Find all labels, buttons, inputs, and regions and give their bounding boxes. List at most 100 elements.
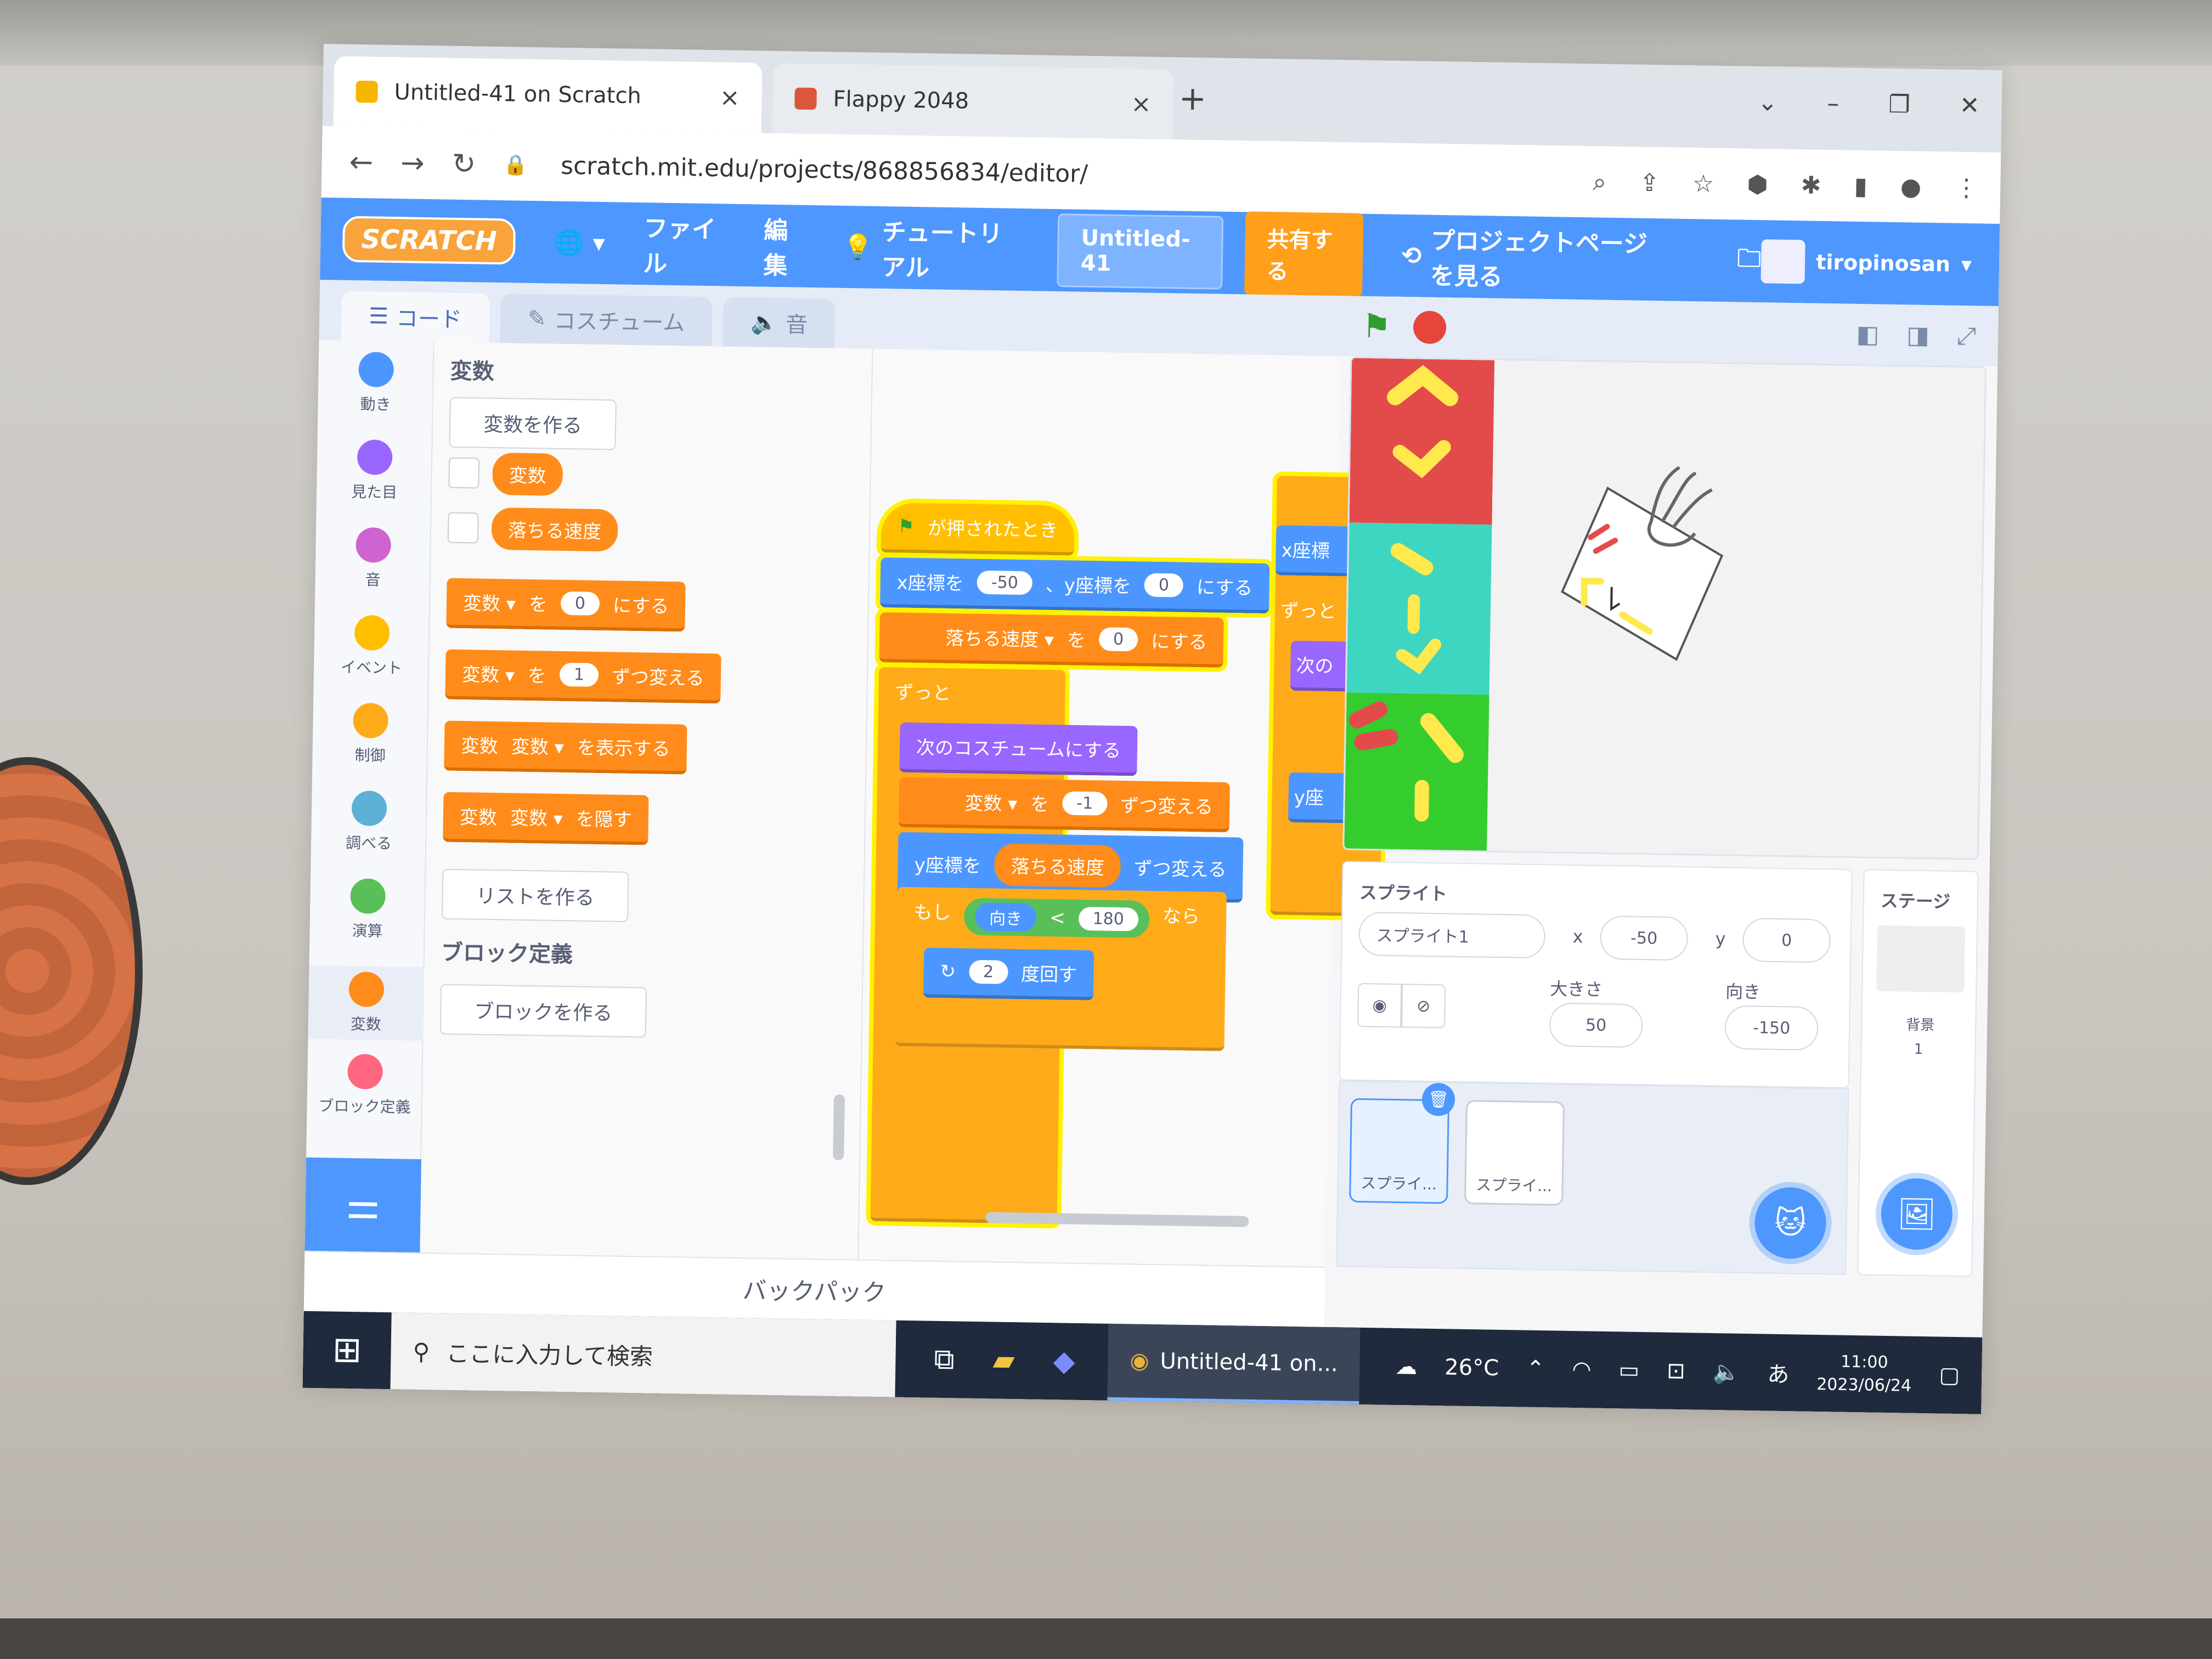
stage-target-pane[interactable]: ステージ 背景 1 🖼: [1857, 869, 1979, 1277]
make-variable-button[interactable]: 変数を作る: [449, 397, 617, 450]
new-tab-button[interactable]: +: [1178, 79, 1206, 118]
app-icon[interactable]: ◆: [1053, 1345, 1075, 1378]
goto-xy-block[interactable]: x座標を -50 、y座標を 0 にする: [879, 557, 1270, 614]
choose-sprite-button[interactable]: 🐱: [1754, 1187, 1827, 1260]
y-input[interactable]: 0: [1742, 917, 1831, 963]
change-variable-block[interactable]: 変数 ▾ を -1 ずつ変える: [898, 777, 1230, 833]
x-input[interactable]: -50: [1600, 915, 1689, 961]
minimize-button[interactable]: –: [1827, 89, 1839, 117]
volume-icon[interactable]: 🔈: [1712, 1359, 1740, 1385]
close-icon[interactable]: ×: [719, 83, 740, 112]
tray-expand-icon[interactable]: ⌃: [1526, 1356, 1545, 1382]
reload-icon[interactable]: ↻: [452, 148, 476, 181]
palette-scrollbar[interactable]: [833, 1094, 845, 1161]
url-field[interactable]: scratch.mit.edu/projects/868856834/edito…: [561, 151, 1088, 188]
display-icon[interactable]: ⊡: [1667, 1358, 1685, 1384]
tab-costumes[interactable]: ✎ コスチューム: [500, 294, 713, 347]
stop-button[interactable]: [1413, 311, 1447, 345]
share-icon[interactable]: ⇪: [1639, 169, 1660, 198]
file-menu[interactable]: ファイル: [643, 208, 726, 280]
puzzle-icon[interactable]: ✱: [1801, 171, 1821, 200]
make-list-button[interactable]: リストを作る: [441, 868, 629, 922]
value-input[interactable]: 180: [1078, 906, 1139, 932]
category-my-blocks[interactable]: ブロック定義: [307, 1053, 423, 1118]
category-control[interactable]: 制御: [312, 702, 428, 766]
value-input[interactable]: 0: [1098, 627, 1138, 652]
ime-indicator[interactable]: あ: [1767, 1357, 1790, 1389]
set-speed-block[interactable]: 落ちる速度 ▾ を 0 にする: [879, 612, 1224, 668]
wifi-icon[interactable]: ◠: [1572, 1357, 1592, 1383]
scratch-logo[interactable]: SCRATCH: [342, 216, 516, 265]
x-input[interactable]: -50: [977, 570, 1033, 595]
profile-icon[interactable]: ●: [1900, 173, 1921, 201]
category-motion[interactable]: 動き: [318, 351, 434, 415]
turn-block[interactable]: ↻ 2 度回す: [923, 947, 1094, 1001]
category-variables[interactable]: 変数: [308, 965, 425, 1041]
add-extension-button[interactable]: ⚌: [304, 1157, 422, 1253]
project-title-input[interactable]: Untitled-41: [1057, 213, 1224, 290]
forward-icon[interactable]: →: [400, 146, 425, 180]
variable-checkbox[interactable]: [447, 512, 479, 544]
category-sensing[interactable]: 調べる: [311, 790, 427, 854]
bookmark-star-icon[interactable]: ☆: [1692, 170, 1714, 198]
sprite-thumb[interactable]: スプライ...: [1464, 1099, 1565, 1206]
value-input[interactable]: 1: [559, 662, 599, 687]
chrome-taskbar-item[interactable]: ◉ Untitled-41 on...: [1107, 1323, 1361, 1404]
see-project-page-button[interactable]: ⟲ プロジェクトページを見る: [1401, 221, 1672, 295]
tab-sounds[interactable]: 🔈 音: [723, 297, 836, 348]
fullscreen-icon[interactable]: ⤢: [1956, 321, 1976, 350]
y-input[interactable]: 0: [1144, 573, 1184, 597]
var-dropdown[interactable]: 変数 ▾: [462, 659, 515, 687]
close-icon[interactable]: ×: [1131, 90, 1152, 119]
sprite-name-input[interactable]: スプライト1: [1358, 911, 1546, 959]
hide-variable-block[interactable]: 変数 変数 ▾ を隠す: [443, 792, 649, 845]
notification-icon[interactable]: ▢: [1939, 1363, 1960, 1389]
category-looks[interactable]: 見た目: [317, 439, 433, 503]
make-block-button[interactable]: ブロックを作る: [439, 984, 647, 1038]
user-menu[interactable]: tiropinosan ▾: [1760, 239, 1972, 286]
choose-backdrop-button[interactable]: 🖼: [1880, 1177, 1953, 1250]
category-sound[interactable]: 音: [315, 527, 431, 591]
tab-code[interactable]: ☰ コード: [341, 291, 490, 343]
weather-icon[interactable]: ☁: [1395, 1354, 1418, 1380]
battery-icon[interactable]: ▭: [1618, 1357, 1640, 1383]
zoom-icon[interactable]: ⌕: [1593, 168, 1606, 196]
windows-start-button[interactable]: ⊞: [303, 1311, 392, 1389]
sidepanel-icon[interactable]: ▮: [1854, 172, 1867, 200]
clock[interactable]: 11:00 2023/06/24: [1816, 1350, 1912, 1398]
set-variable-block[interactable]: 変数 ▾ を 0 にする: [446, 578, 686, 632]
direction-reporter[interactable]: 向き: [974, 902, 1037, 932]
when-flag-clicked-block[interactable]: ⚑ が押されたとき: [881, 503, 1075, 556]
taskbar-search[interactable]: ⚲ ここに入力して検索: [390, 1312, 896, 1397]
tab-search-icon[interactable]: ⌄: [1757, 88, 1778, 117]
back-icon[interactable]: ←: [349, 146, 374, 179]
var-dropdown[interactable]: 落ちる速度 ▾: [945, 623, 1054, 652]
hide-eye-icon[interactable]: ⊘: [1401, 984, 1446, 1029]
tutorial-menu[interactable]: 💡 チュートリアル: [842, 212, 1019, 285]
extension-icon[interactable]: ⬢: [1747, 171, 1768, 199]
large-stage-icon[interactable]: ◨: [1906, 321, 1929, 349]
tab-flappy[interactable]: Flappy 2048 ×: [772, 63, 1174, 140]
value-input[interactable]: -1: [1062, 791, 1108, 816]
share-button[interactable]: 共有する: [1244, 211, 1364, 297]
variable-checkbox[interactable]: [448, 457, 480, 489]
edit-menu[interactable]: 編集: [763, 211, 805, 281]
restore-button[interactable]: ❐: [1888, 91, 1910, 119]
small-stage-icon[interactable]: ◧: [1856, 320, 1879, 348]
value-input[interactable]: 0: [560, 591, 600, 616]
category-operators[interactable]: 演算: [309, 878, 426, 942]
language-menu[interactable]: 🌐 ▾: [554, 228, 605, 257]
script-area[interactable]: ⚑ が押されたとき x座標を -50 、y座標を 0 にする 落ちる速度 ▾ を…: [859, 348, 1387, 1267]
less-than-operator[interactable]: 向き < 180: [963, 898, 1150, 938]
delete-sprite-icon[interactable]: 🗑: [1421, 1082, 1455, 1116]
task-view-icon[interactable]: ⧉: [934, 1342, 955, 1376]
var-dropdown[interactable]: 変数 ▾: [964, 788, 1018, 816]
green-flag-button[interactable]: ⚑: [1362, 307, 1392, 346]
file-explorer-icon[interactable]: ▰: [992, 1344, 1015, 1377]
variable-reporter[interactable]: 変数: [492, 452, 563, 496]
value-input[interactable]: 2: [968, 960, 1008, 984]
next-costume-block[interactable]: 次のコスチュームにする: [899, 722, 1138, 776]
category-events[interactable]: イベント: [314, 614, 430, 679]
speed-reporter[interactable]: 落ちる速度: [994, 843, 1121, 888]
close-window-button[interactable]: ✕: [1959, 92, 1980, 120]
